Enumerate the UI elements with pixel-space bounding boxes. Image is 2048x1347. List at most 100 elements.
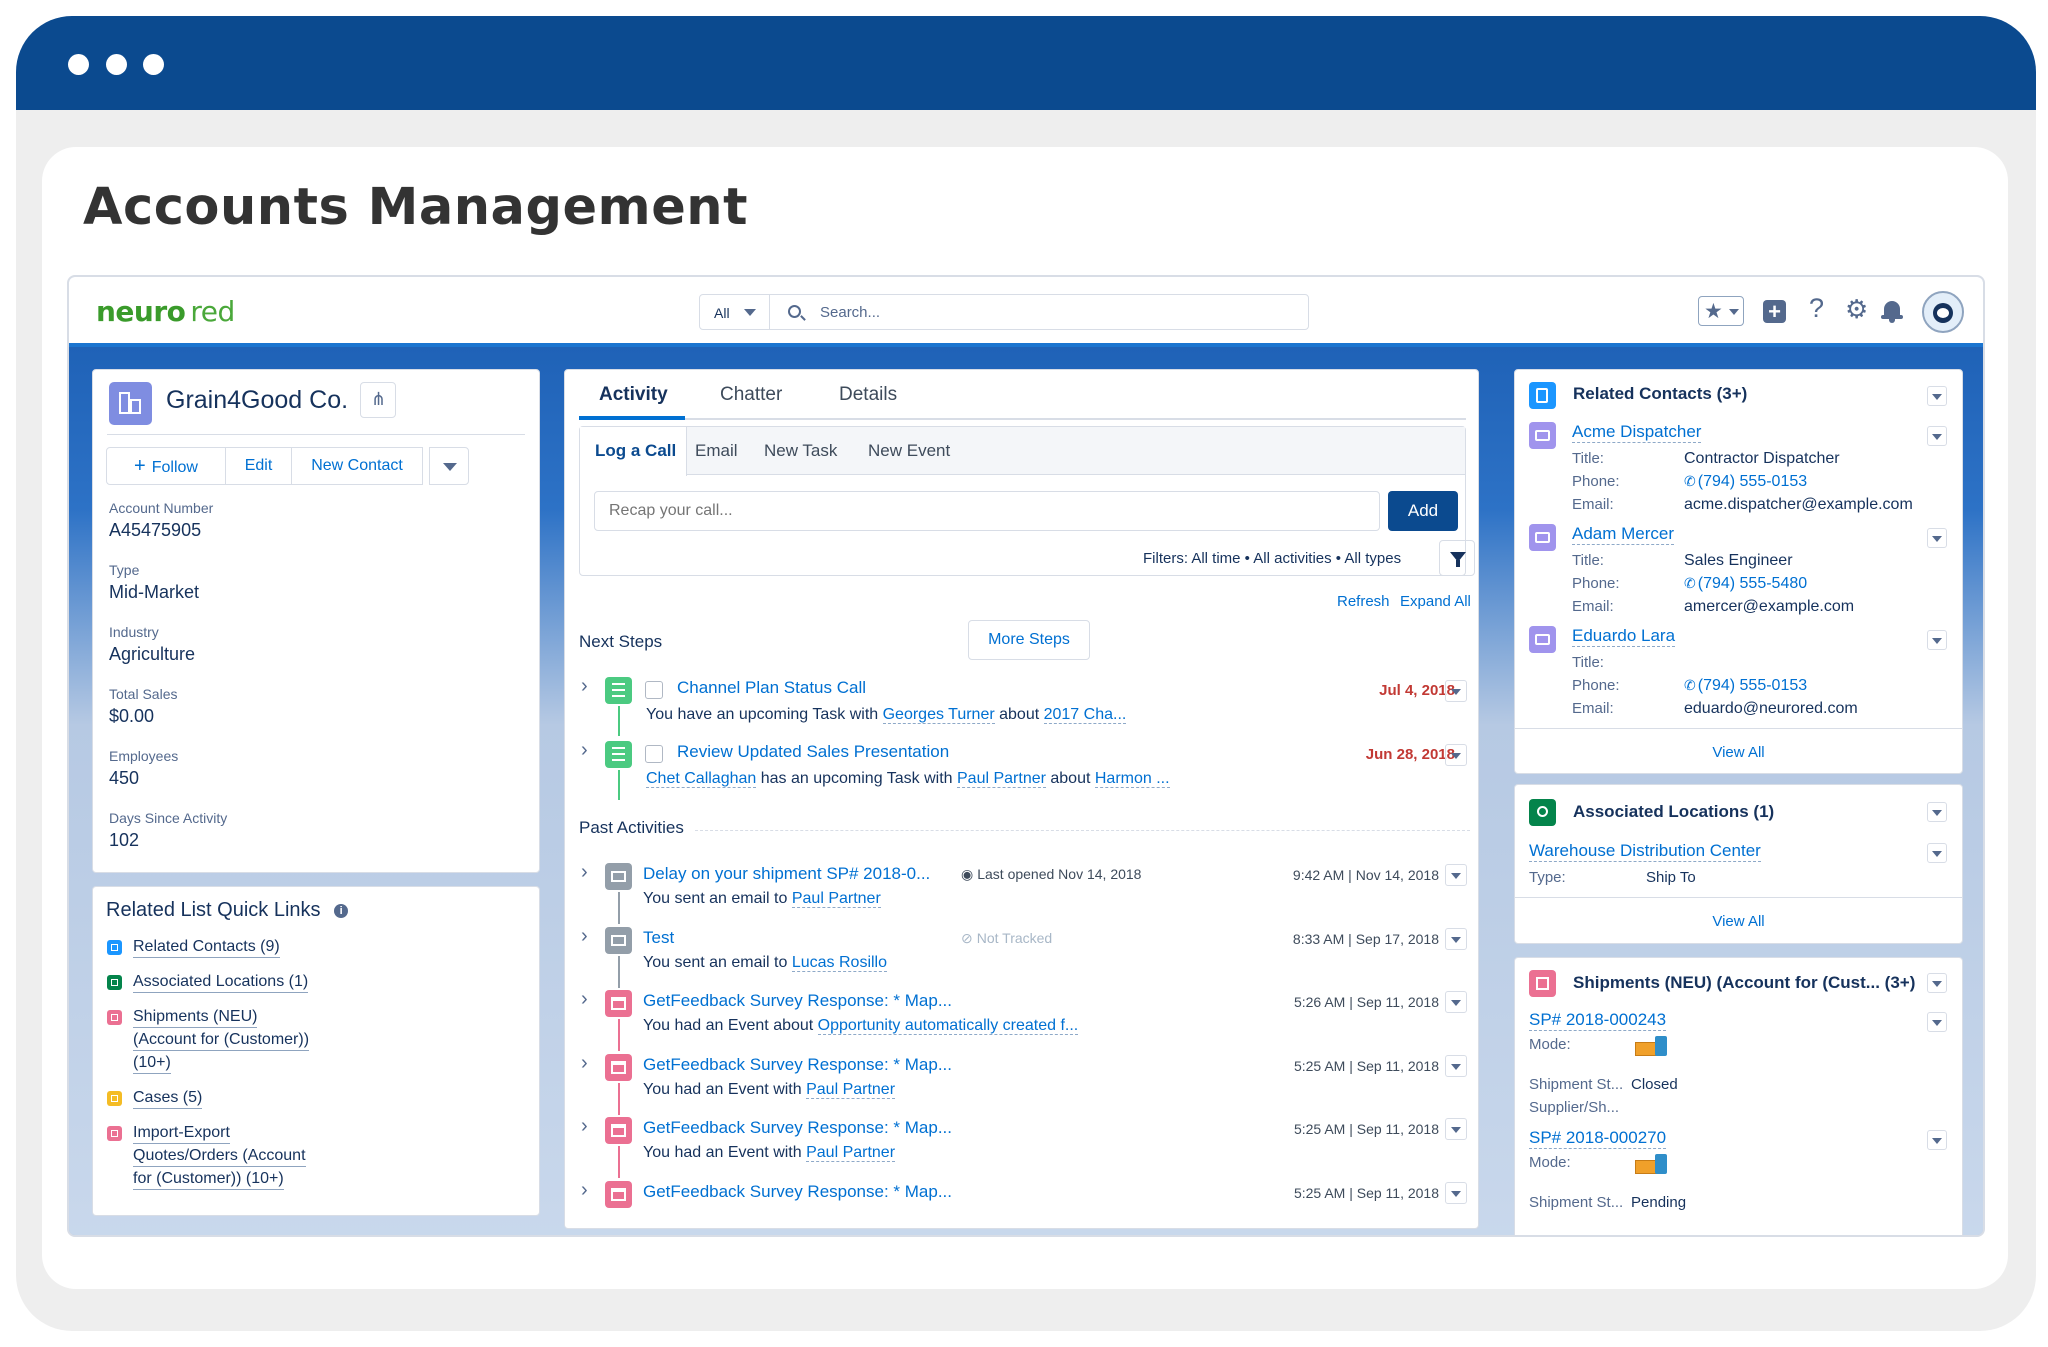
row-menu-button[interactable] bbox=[1445, 991, 1467, 1013]
help-icon[interactable]: ? bbox=[1809, 295, 1824, 322]
chevron-right-icon[interactable]: › bbox=[581, 862, 588, 882]
card-menu-button[interactable] bbox=[1927, 802, 1947, 822]
chevron-right-icon[interactable]: › bbox=[581, 676, 588, 696]
subtab-email[interactable]: Email bbox=[695, 441, 738, 461]
contact-icon bbox=[1529, 422, 1556, 449]
app-logo[interactable]: neuro red bbox=[96, 295, 235, 328]
related-link[interactable]: Paul Partner bbox=[806, 1080, 896, 1099]
contact-name-link[interactable]: Eduardo Lara bbox=[1572, 626, 1676, 647]
refresh-link[interactable]: Refresh bbox=[1337, 593, 1390, 610]
expand-all-link[interactable]: Expand All bbox=[1400, 593, 1471, 610]
search-scope-select[interactable]: All bbox=[700, 295, 770, 329]
global-header: neurored All ★ + ? ⚙ bbox=[69, 277, 1983, 347]
related-link[interactable]: Lucas Rosillo bbox=[791, 953, 887, 972]
notifications-bell-icon[interactable] bbox=[1881, 299, 1903, 323]
chevron-right-icon[interactable]: › bbox=[581, 740, 588, 760]
chevron-right-icon[interactable]: › bbox=[581, 989, 588, 1009]
activity-meta-text: Not Tracked bbox=[976, 929, 1053, 946]
chevron-right-icon[interactable]: › bbox=[581, 1180, 588, 1200]
contact-link[interactable]: Georges Turner bbox=[882, 706, 995, 724]
list-icon bbox=[107, 1126, 122, 1141]
row-menu-button[interactable] bbox=[1927, 1012, 1947, 1032]
task-title-link[interactable]: Channel Plan Status Call bbox=[677, 678, 866, 698]
hierarchy-button[interactable]: ⋔ bbox=[360, 382, 396, 418]
card-menu-button[interactable] bbox=[1927, 386, 1947, 406]
chevron-right-icon[interactable]: › bbox=[581, 1116, 588, 1136]
contact-card-glyph bbox=[1535, 532, 1550, 543]
call-recap-input[interactable] bbox=[594, 491, 1380, 531]
activity-title-link[interactable]: Test bbox=[643, 928, 674, 948]
more-steps-button[interactable]: More Steps bbox=[968, 620, 1090, 660]
phone-link[interactable]: ✆ (794) 555-0153 bbox=[1684, 677, 1807, 695]
subtab-new-task[interactable]: New Task bbox=[764, 441, 837, 461]
phone-link[interactable]: ✆ (794) 555-0153 bbox=[1684, 473, 1807, 491]
contact-name-link[interactable]: Acme Dispatcher bbox=[1572, 422, 1702, 443]
row-menu-button[interactable] bbox=[1927, 1130, 1947, 1150]
contacts-view-all-link[interactable]: View All bbox=[1515, 744, 1962, 761]
task-checkbox[interactable] bbox=[645, 681, 663, 699]
activity-title-link[interactable]: Delay on your shipment SP# 2018-0... bbox=[643, 864, 930, 884]
new-contact-button[interactable]: New Contact bbox=[291, 447, 423, 485]
favorites-button[interactable]: ★ bbox=[1698, 296, 1744, 326]
chevron-right-icon[interactable]: › bbox=[581, 926, 588, 946]
activity-title-link[interactable]: GetFeedback Survey Response: * Map... bbox=[643, 1055, 952, 1075]
activity-title-link[interactable]: GetFeedback Survey Response: * Map... bbox=[643, 1182, 952, 1202]
row-menu-button[interactable] bbox=[1927, 426, 1947, 446]
related-link[interactable]: Paul Partner bbox=[806, 1144, 896, 1162]
row-menu-button[interactable] bbox=[1927, 528, 1947, 548]
quick-link-label: for (Customer)) (10+) bbox=[133, 1169, 284, 1190]
activity-title-link[interactable]: GetFeedback Survey Response: * Map... bbox=[643, 991, 952, 1011]
shipment-id-link[interactable]: SP# 2018-000243 bbox=[1529, 1010, 1667, 1031]
related-link[interactable]: Paul Partner bbox=[791, 890, 881, 908]
chevron-right-icon[interactable]: › bbox=[581, 1053, 588, 1073]
email-icon bbox=[605, 926, 632, 954]
contact-link[interactable]: Chet Callaghan bbox=[646, 770, 757, 788]
row-menu-button[interactable] bbox=[1445, 1181, 1467, 1204]
contact-name-link[interactable]: Adam Mercer bbox=[1572, 524, 1675, 545]
row-menu-button[interactable] bbox=[1445, 1054, 1467, 1077]
chevron-down-icon bbox=[1932, 1020, 1942, 1026]
row-menu-button[interactable] bbox=[1445, 927, 1467, 950]
related-record-link[interactable]: Harmon ... bbox=[1094, 770, 1170, 788]
related-link[interactable]: Opportunity automatically created f... bbox=[817, 1017, 1079, 1035]
global-add-button[interactable]: + bbox=[1763, 300, 1786, 323]
edit-button[interactable]: Edit bbox=[225, 447, 292, 485]
tab-activity[interactable]: Activity bbox=[599, 384, 668, 406]
next-step-item: › Review Updated Sales Presentation Jun 28… bbox=[565, 740, 1478, 802]
phone-icon: ✆ bbox=[1684, 677, 1696, 693]
row-menu-button[interactable] bbox=[1445, 1118, 1467, 1140]
phone-link[interactable]: ✆ (794) 555-5480 bbox=[1684, 575, 1807, 593]
list-icon bbox=[107, 940, 122, 955]
user-avatar[interactable] bbox=[1922, 291, 1964, 333]
contact-link[interactable]: Paul Partner bbox=[957, 770, 1046, 788]
locations-title: Associated Locations (1) bbox=[1573, 802, 1775, 821]
task-title-link[interactable]: Review Updated Sales Presentation bbox=[677, 742, 949, 762]
locations-view-all-link[interactable]: View All bbox=[1515, 913, 1962, 930]
location-name-link[interactable]: Warehouse Distribution Center bbox=[1529, 841, 1761, 862]
row-menu-button[interactable] bbox=[1445, 680, 1467, 702]
add-button[interactable]: Add bbox=[1388, 491, 1458, 531]
related-record-link[interactable]: 2017 Cha... bbox=[1043, 706, 1127, 724]
activity-title-link[interactable]: GetFeedback Survey Response: * Map... bbox=[643, 1118, 952, 1138]
row-menu-button[interactable] bbox=[1927, 630, 1947, 650]
row-menu-button[interactable] bbox=[1927, 843, 1947, 863]
chevron-down-icon bbox=[1451, 936, 1461, 943]
task-description: You have an upcoming Task with Georges T… bbox=[646, 706, 1127, 724]
gear-icon[interactable]: ⚙ bbox=[1845, 296, 1868, 322]
task-checkbox[interactable] bbox=[645, 745, 663, 763]
row-menu-button[interactable] bbox=[1445, 744, 1467, 766]
chevron-down-icon bbox=[1451, 753, 1461, 759]
tab-chatter[interactable]: Chatter bbox=[720, 384, 782, 406]
row-menu-button[interactable] bbox=[1445, 864, 1467, 886]
subtab-log-a-call[interactable]: Log a Call bbox=[595, 441, 676, 461]
card-menu-button[interactable] bbox=[1927, 973, 1947, 993]
follow-button[interactable]: + Follow bbox=[106, 447, 226, 485]
subtab-new-event[interactable]: New Event bbox=[868, 441, 950, 461]
tab-details[interactable]: Details bbox=[839, 384, 897, 406]
more-actions-button[interactable] bbox=[429, 447, 469, 485]
list-icon bbox=[107, 1010, 122, 1025]
shipment-id-link[interactable]: SP# 2018-000270 bbox=[1529, 1128, 1667, 1149]
mode-label: Mode: bbox=[1529, 1036, 1571, 1053]
search-input[interactable] bbox=[820, 296, 1290, 328]
filter-button[interactable] bbox=[1439, 540, 1475, 576]
